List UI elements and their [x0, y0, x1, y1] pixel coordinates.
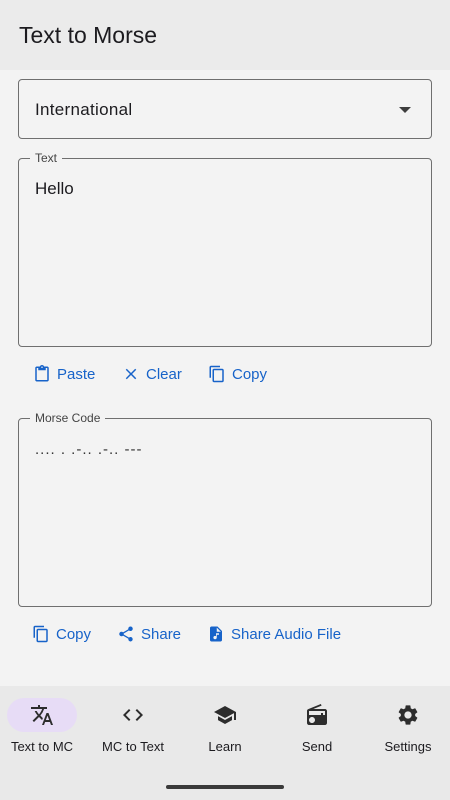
text-input-field[interactable]: Text Hello — [18, 151, 432, 347]
nav-item-settings[interactable]: Settings — [363, 698, 450, 760]
nav-item-send[interactable]: Send — [272, 698, 362, 760]
morse-output-field[interactable]: Morse Code .... . .-.. .-.. --- — [18, 411, 432, 607]
nav-label: Settings — [384, 739, 432, 754]
text-actions-row: Paste Clear Copy — [0, 359, 450, 389]
clear-label: Clear — [146, 365, 182, 383]
nav-item-mc-to-text[interactable]: MC to Text — [88, 698, 178, 760]
dropdown-selected-value: International — [35, 100, 133, 119]
nav-item-learn[interactable]: Learn — [180, 698, 270, 760]
share-audio-label: Share Audio File — [231, 625, 342, 643]
radio-icon — [305, 703, 329, 727]
copy-morse-label: Copy — [56, 625, 92, 643]
page-title: Text to Morse — [19, 22, 158, 48]
copy-icon — [33, 625, 48, 643]
paste-label: Paste — [57, 365, 96, 383]
translate-icon — [30, 703, 54, 727]
alphabet-dropdown[interactable]: International — [18, 79, 432, 139]
paste-button[interactable]: Paste — [33, 359, 95, 389]
morse-actions-row: Copy Share Share Audio File — [0, 619, 450, 649]
dropdown-arrow-icon — [399, 107, 411, 113]
copy-icon — [209, 365, 224, 383]
nav-label: Text to MC — [10, 739, 74, 754]
copy-text-label: Copy — [232, 365, 268, 383]
nav-label: MC to Text — [102, 739, 164, 754]
copy-text-button[interactable]: Copy — [208, 359, 267, 389]
code-icon — [121, 703, 145, 727]
nav-label: Send — [301, 739, 333, 754]
share-button[interactable]: Share — [117, 619, 181, 649]
main-content: International Text Hello Paste Clear Cop… — [0, 70, 450, 686]
bottom-navigation: Text to MC MC to Text Learn Send Setting… — [0, 686, 450, 800]
app-bar: Text to Morse — [0, 0, 450, 70]
home-indicator[interactable] — [166, 785, 284, 789]
morse-output-value[interactable]: .... . .-.. .-.. --- — [35, 441, 415, 458]
school-icon — [213, 703, 237, 727]
share-icon — [119, 626, 133, 642]
copy-morse-button[interactable]: Copy — [32, 619, 91, 649]
gear-icon — [396, 703, 420, 727]
nav-item-text-to-mc[interactable]: Text to MC — [0, 698, 87, 760]
share-label: Share — [141, 625, 182, 643]
close-icon — [125, 368, 137, 380]
text-input-value[interactable]: Hello — [35, 179, 415, 199]
clear-button[interactable]: Clear — [122, 359, 182, 389]
clipboard-icon — [35, 365, 49, 382]
morse-field-label: Morse Code — [30, 411, 106, 425]
share-audio-button[interactable]: Share Audio File — [207, 619, 341, 649]
text-field-label: Text — [30, 151, 63, 165]
audio-file-icon — [210, 626, 222, 642]
nav-label: Learn — [208, 739, 242, 754]
